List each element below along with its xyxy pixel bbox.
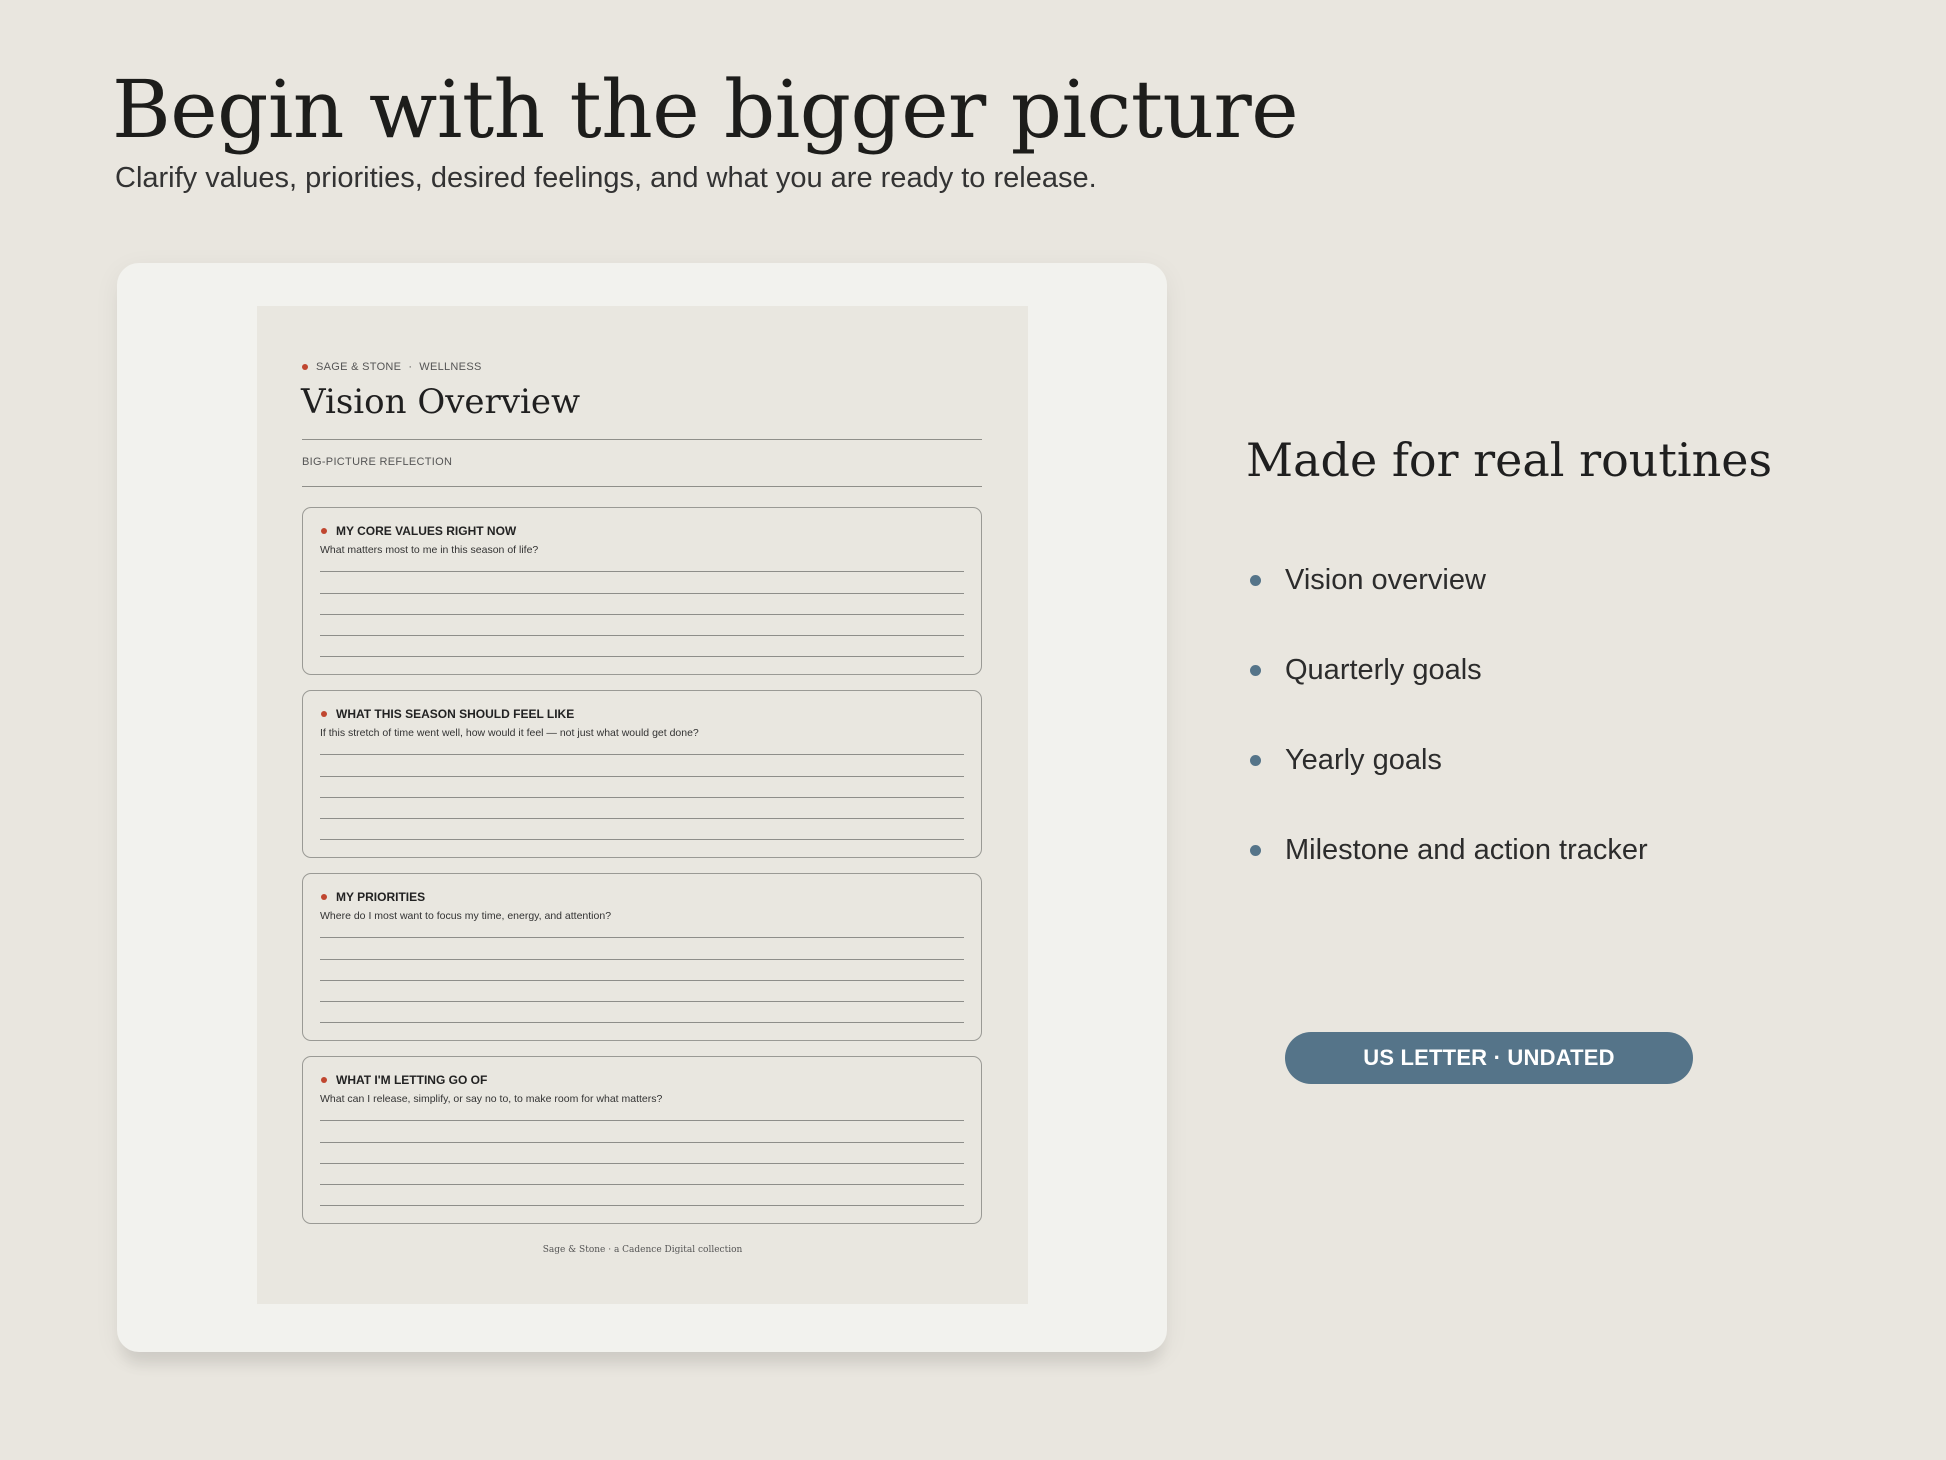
writing-line bbox=[320, 797, 964, 798]
prompt-section-priorities: MY PRIORITIES Where do I most want to fo… bbox=[302, 873, 982, 1041]
bullet-icon bbox=[1250, 845, 1261, 856]
brand-dot-icon bbox=[302, 364, 308, 370]
page-subheadline: Clarify values, priorities, desired feel… bbox=[115, 162, 1097, 194]
prompt-heading: WHAT I'M LETTING GO OF bbox=[321, 1073, 487, 1087]
bullet-dot-icon bbox=[321, 528, 327, 534]
prompt-heading: WHAT THIS SEASON SHOULD FEEL LIKE bbox=[321, 707, 574, 721]
bullet-dot-icon bbox=[321, 894, 327, 900]
brand-name: SAGE & STONE bbox=[316, 361, 402, 373]
kicker-divider bbox=[302, 486, 982, 487]
prompt-question: If this stretch of time went well, how w… bbox=[320, 727, 699, 739]
writing-line bbox=[320, 1163, 964, 1164]
bullet-icon bbox=[1250, 665, 1261, 676]
brand-category: WELLNESS bbox=[419, 361, 482, 373]
brand-separator: · bbox=[408, 361, 413, 373]
prompt-heading: MY PRIORITIES bbox=[321, 890, 425, 904]
writing-line bbox=[320, 635, 964, 636]
bullet-dot-icon bbox=[321, 1077, 327, 1083]
format-badge: US LETTER · UNDATED bbox=[1285, 1032, 1693, 1084]
writing-line bbox=[320, 1184, 964, 1185]
prompt-section-letting-go: WHAT I'M LETTING GO OF What can I releas… bbox=[302, 1056, 982, 1224]
writing-line bbox=[320, 959, 964, 960]
feature-label: Quarterly goals bbox=[1285, 654, 1482, 686]
bullet-dot-icon bbox=[321, 711, 327, 717]
writing-line bbox=[320, 1205, 964, 1206]
bullet-icon bbox=[1250, 575, 1261, 586]
prompt-section-core-values: MY CORE VALUES RIGHT NOW What matters mo… bbox=[302, 507, 982, 675]
feature-label: Milestone and action tracker bbox=[1285, 834, 1648, 866]
feature-label: Vision overview bbox=[1285, 564, 1486, 596]
prompt-question: What can I release, simplify, or say no … bbox=[320, 1093, 663, 1105]
prompt-section-season-feel: WHAT THIS SEASON SHOULD FEEL LIKE If thi… bbox=[302, 690, 982, 858]
feature-item-vision-overview: Vision overview bbox=[1250, 564, 1486, 597]
feature-item-yearly-goals: Yearly goals bbox=[1250, 744, 1442, 777]
writing-line bbox=[320, 1001, 964, 1002]
writing-line bbox=[320, 656, 964, 657]
sheet-kicker: BIG-PICTURE REFLECTION bbox=[302, 456, 453, 468]
prompt-heading-text: WHAT I'M LETTING GO OF bbox=[336, 1073, 488, 1087]
writing-line bbox=[320, 754, 964, 755]
prompt-heading: MY CORE VALUES RIGHT NOW bbox=[321, 524, 516, 538]
features-title: Made for real routines bbox=[1246, 433, 1773, 487]
writing-line bbox=[320, 818, 964, 819]
brand-line: SAGE & STONE · WELLNESS bbox=[302, 361, 482, 373]
prompt-question: What matters most to me in this season o… bbox=[320, 544, 539, 556]
page-headline: Begin with the bigger picture bbox=[112, 63, 1299, 156]
prompt-heading-text: MY PRIORITIES bbox=[336, 890, 426, 904]
writing-line bbox=[320, 776, 964, 777]
sheet-title: Vision Overview bbox=[301, 382, 581, 422]
writing-line bbox=[320, 1120, 964, 1121]
writing-line bbox=[320, 839, 964, 840]
prompt-heading-text: MY CORE VALUES RIGHT NOW bbox=[336, 524, 517, 538]
writing-line bbox=[320, 571, 964, 572]
prompt-question: Where do I most want to focus my time, e… bbox=[320, 910, 612, 922]
planner-page-preview: SAGE & STONE · WELLNESS Vision Overview … bbox=[257, 306, 1028, 1304]
feature-item-milestone-tracker: Milestone and action tracker bbox=[1250, 834, 1648, 867]
feature-item-quarterly-goals: Quarterly goals bbox=[1250, 654, 1482, 687]
writing-line bbox=[320, 937, 964, 938]
writing-line bbox=[320, 980, 964, 981]
writing-line bbox=[320, 614, 964, 615]
bullet-icon bbox=[1250, 755, 1261, 766]
sheet-footer: Sage & Stone · a Cadence Digital collect… bbox=[542, 1245, 743, 1255]
feature-label: Yearly goals bbox=[1285, 744, 1442, 776]
writing-line bbox=[320, 1142, 964, 1143]
writing-line bbox=[320, 593, 964, 594]
title-divider bbox=[302, 439, 982, 440]
prompt-heading-text: WHAT THIS SEASON SHOULD FEEL LIKE bbox=[336, 707, 575, 721]
preview-card: SAGE & STONE · WELLNESS Vision Overview … bbox=[117, 263, 1167, 1352]
writing-line bbox=[320, 1022, 964, 1023]
